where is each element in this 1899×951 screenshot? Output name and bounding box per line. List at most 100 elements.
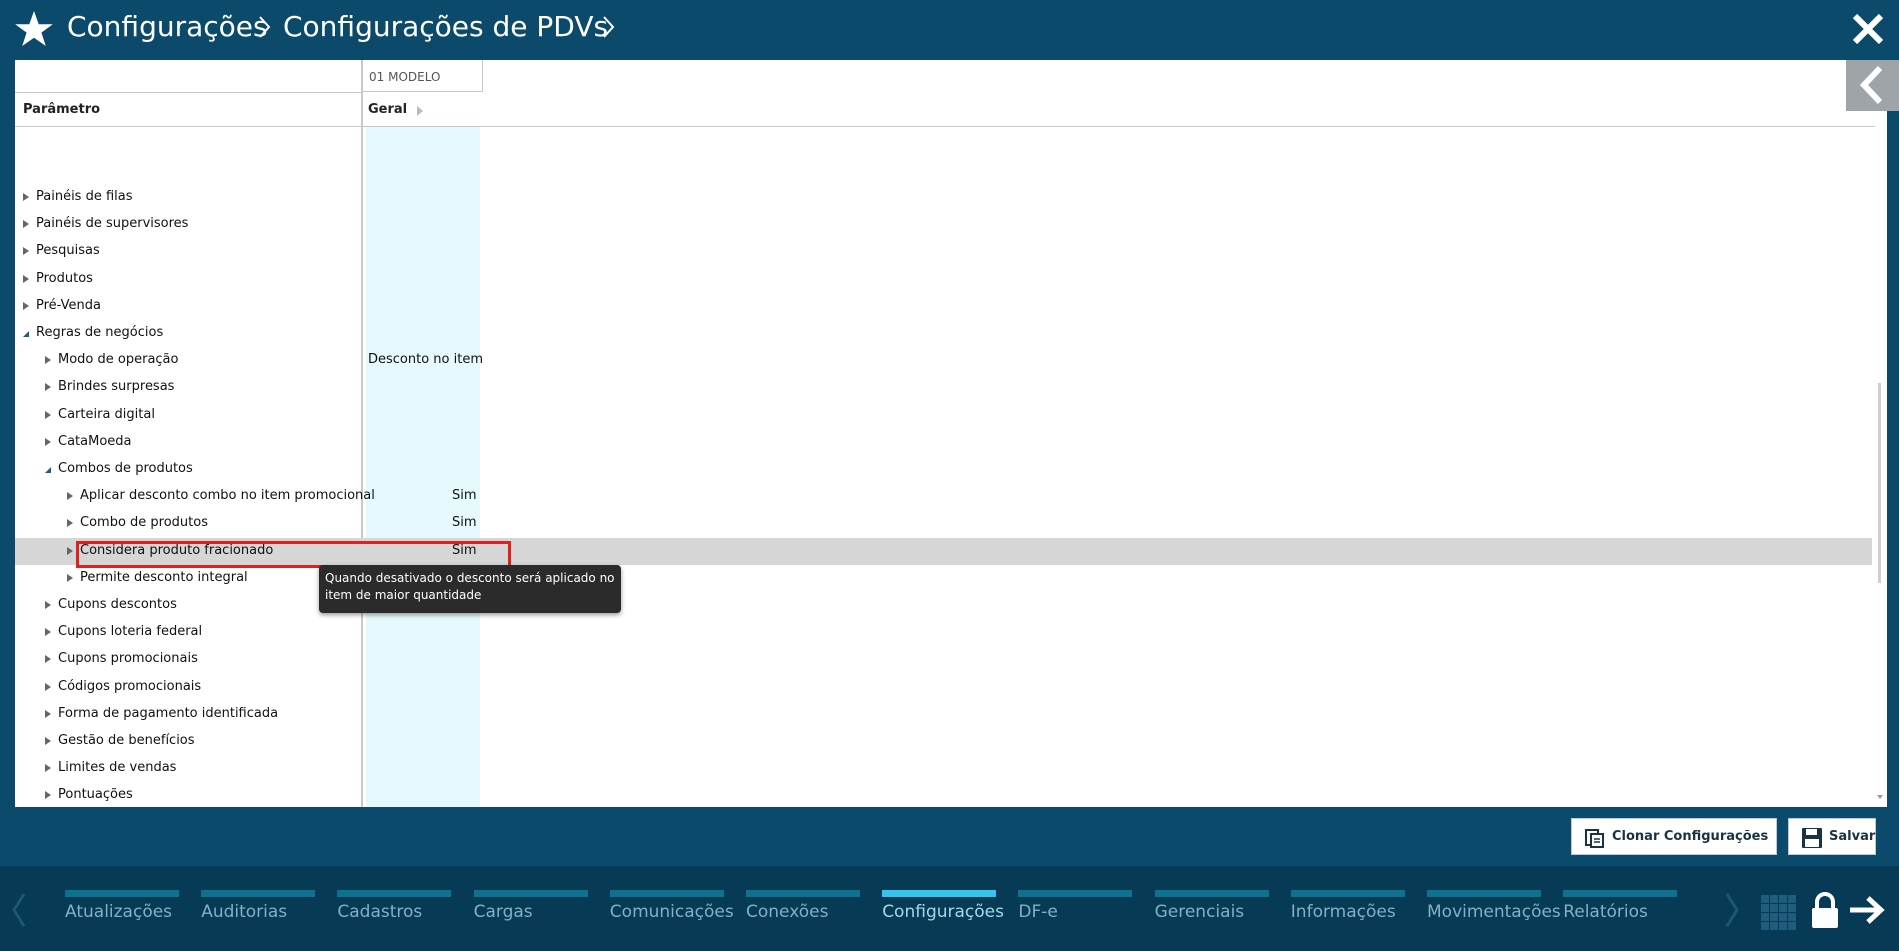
highlight-box (76, 541, 511, 568)
nav-item[interactable]: Cargas (473, 890, 604, 930)
table-row[interactable]: Painéis de supervisores (15, 211, 1872, 238)
collapsed-arrow-icon[interactable] (45, 682, 51, 691)
collapsed-arrow-icon[interactable] (45, 356, 51, 365)
row-label: Pré-Venda (36, 297, 101, 313)
table-row[interactable]: Cupons promocionais (15, 646, 1872, 673)
table-row[interactable]: Forma de pagamento identificada (15, 701, 1872, 728)
collapsed-arrow-icon[interactable] (67, 573, 73, 582)
nav-item[interactable]: DF-e (1018, 890, 1148, 930)
table-row[interactable]: Aplicar desconto combo no item promocion… (15, 483, 1872, 510)
breadcrumb-configuracoes[interactable]: Configurações (67, 10, 268, 44)
collapsed-arrow-icon[interactable] (23, 274, 29, 283)
model-column-header[interactable]: 01 MODELO (363, 60, 483, 92)
table-row[interactable]: Permite desconto integral (15, 565, 1872, 592)
close-icon[interactable] (1851, 12, 1885, 46)
nav-item[interactable]: Movimentações (1427, 890, 1561, 930)
table-row[interactable]: Limites de vendas (15, 755, 1872, 782)
collapsed-arrow-icon[interactable] (45, 437, 51, 446)
nav-item[interactable]: Gerenciais (1154, 890, 1285, 930)
vertical-scrollbar[interactable] (1876, 315, 1884, 805)
collapsed-arrow-icon[interactable] (67, 519, 73, 528)
row-label: Carteira digital (58, 406, 155, 422)
collapsed-arrow-icon[interactable] (45, 628, 51, 637)
param-column-header[interactable]: Parâmetro (23, 102, 100, 117)
table-row[interactable]: Cupons loteria federal (15, 619, 1872, 646)
collapse-panel-button[interactable] (1846, 60, 1899, 111)
table-row[interactable]: Cupons descontos (15, 592, 1872, 619)
nav-item-bar (609, 890, 724, 897)
nav-item-label: Relatórios (1563, 902, 1648, 922)
scrollbar-thumb[interactable] (1878, 383, 1881, 583)
divider (15, 92, 363, 93)
table-row[interactable]: Combos de produtos (15, 456, 1872, 483)
table-row[interactable]: Códigos promocionais (15, 674, 1872, 701)
row-label: Cupons promocionais (58, 651, 198, 667)
nav-item-bar (65, 890, 179, 897)
collapsed-arrow-icon[interactable] (45, 410, 51, 419)
save-button[interactable]: Salvar (1788, 818, 1876, 855)
nav-item[interactable]: Conexões (746, 890, 876, 930)
collapsed-arrow-icon[interactable] (45, 655, 51, 664)
nav-item[interactable]: Auditorias (201, 890, 331, 930)
nav-item-label: Comunicações (609, 902, 734, 922)
nav-item[interactable]: Configurações (882, 890, 1012, 930)
scroll-down-arrow-icon[interactable] (1876, 793, 1884, 801)
expand-column-icon[interactable] (415, 105, 425, 117)
collapsed-arrow-icon[interactable] (23, 247, 29, 256)
apps-grid-icon[interactable] (1761, 895, 1797, 931)
collapsed-arrow-icon[interactable] (45, 709, 51, 718)
nav-item[interactable]: Atualizações (65, 890, 195, 930)
logout-arrow-icon[interactable] (1848, 895, 1886, 925)
expanded-arrow-icon[interactable] (22, 331, 30, 337)
table-row[interactable]: Modo de operação Desconto no item (15, 347, 1872, 374)
nav-item-label: Cadastros (337, 902, 423, 922)
table-row[interactable]: Produtos (15, 266, 1872, 293)
row-value[interactable]: Desconto no item (368, 352, 483, 367)
star-icon[interactable] (14, 9, 54, 49)
nav-item-bar (1563, 890, 1678, 897)
table-row[interactable]: CataMoeda (15, 429, 1872, 456)
table-row[interactable]: Brindes surpresas (15, 374, 1872, 401)
nav-item-bar (1427, 890, 1541, 897)
nav-item[interactable]: Relatórios (1563, 890, 1693, 930)
row-label: Painéis de filas (36, 189, 133, 204)
collapsed-arrow-icon[interactable] (45, 791, 51, 800)
geral-column-header[interactable]: Geral (368, 102, 407, 117)
row-value[interactable]: Sim (452, 515, 477, 530)
nav-item[interactable]: Informações (1290, 890, 1421, 930)
breadcrumb-configuracoes-pdvs[interactable]: Configurações de PDVs (283, 10, 608, 44)
nav-item-label: Auditorias (201, 902, 288, 922)
row-label: Regras de negócios (36, 325, 164, 340)
table-row[interactable]: Painéis de filas (15, 184, 1872, 211)
table-row[interactable]: Gestão de benefícios (15, 728, 1872, 755)
collapsed-arrow-icon[interactable] (45, 383, 51, 392)
nav-item-bar (1290, 890, 1405, 897)
nav-item[interactable]: Cadastros (337, 890, 467, 930)
row-label: CataMoeda (58, 433, 132, 449)
collapsed-arrow-icon[interactable] (23, 220, 29, 229)
row-label: Pontuações (58, 787, 133, 803)
collapsed-arrow-icon[interactable] (23, 193, 29, 201)
table-row[interactable]: Regras de negócios (15, 320, 1872, 347)
table-row[interactable]: Pesquisas (15, 238, 1872, 265)
save-label: Salvar (1829, 829, 1876, 844)
table-row[interactable]: Carteira digital (15, 402, 1872, 429)
table-row[interactable]: Combo de produtos Sim (15, 510, 1872, 537)
table-row[interactable]: Pontuações (15, 782, 1872, 807)
nav-next-icon[interactable] (1723, 890, 1741, 930)
collapsed-arrow-icon[interactable] (23, 301, 29, 310)
collapsed-arrow-icon[interactable] (45, 737, 51, 745)
collapsed-arrow-icon[interactable] (67, 546, 73, 555)
clone-configurations-button[interactable]: Clonar Configurações (1571, 818, 1777, 855)
row-value[interactable]: Sim (452, 488, 477, 503)
collapsed-arrow-icon[interactable] (67, 492, 73, 501)
collapsed-arrow-icon[interactable] (45, 601, 51, 609)
row-label: Produtos (36, 270, 93, 286)
table-row[interactable]: Pré-Venda (15, 293, 1872, 320)
lock-icon[interactable] (1810, 890, 1840, 930)
expanded-arrow-icon[interactable] (44, 467, 52, 473)
tooltip: Quando desativado o desconto será aplica… (319, 565, 621, 613)
nav-item[interactable]: Comunicações (609, 890, 740, 930)
row-label: Aplicar desconto combo no item promocion… (80, 488, 375, 504)
collapsed-arrow-icon[interactable] (45, 764, 51, 773)
